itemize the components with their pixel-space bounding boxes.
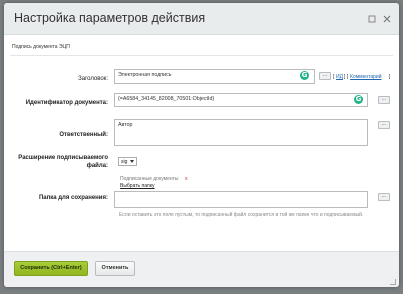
bracket-open: [: [333, 74, 335, 80]
chevron-down-icon: [130, 160, 134, 163]
remove-icon[interactable]: x: [185, 176, 188, 182]
extension-value: sig: [121, 159, 128, 165]
responsible-value: Автор: [118, 122, 133, 128]
extension-label-line2: файла:: [86, 163, 108, 169]
save-folder-dots-button[interactable]: ...: [378, 193, 390, 201]
responsible-dots-button[interactable]: ...: [378, 121, 390, 129]
dialog-title: Настройка параметров действия: [14, 11, 206, 25]
responsible-input[interactable]: Автор: [114, 119, 368, 146]
save-folder-label: Папка для сохранения:: [38, 195, 108, 201]
dialog-content: Подпись документа ЭЦП Заголовок: Электро…: [4, 35, 399, 251]
close-icon[interactable]: [382, 14, 392, 24]
comment-link[interactable]: Комментарий: [350, 74, 382, 80]
section-title: Подпись документа ЭЦП: [12, 44, 70, 50]
save-folder-input[interactable]: [114, 191, 368, 208]
dialog-footer: Сохранить (Ctrl+Enter) Отменить: [4, 251, 399, 287]
bracket-close: ]: [389, 74, 391, 80]
heading-input[interactable]: Электронная подпись: [114, 69, 315, 84]
section-divider: [10, 55, 393, 56]
save-folder-hint: Если оставить это поле пустым, то подпис…: [119, 212, 364, 218]
doc-id-value: {=A6584_34145_82008_70501:ObjectId}: [118, 96, 215, 102]
heading-label: Заголовок:: [78, 76, 108, 82]
doc-id-label: Идентификатор документа:: [25, 100, 108, 106]
doc-id-input[interactable]: {=A6584_34145_82008_70501:ObjectId}: [114, 93, 368, 107]
grammarly-icon[interactable]: G: [354, 95, 363, 104]
extension-select[interactable]: sig: [118, 157, 137, 166]
responsible-label: Ответственный:: [59, 132, 108, 138]
extension-label-line1: Расширение подписываемого: [18, 155, 108, 161]
bracket-mid: ] [: [344, 74, 349, 80]
grammarly-icon[interactable]: G: [300, 71, 309, 80]
id-link[interactable]: ИД: [336, 74, 343, 80]
dialog-titlebar[interactable]: Настройка параметров действия: [4, 3, 399, 35]
heading-value: Электронная подпись: [118, 72, 172, 78]
expand-icon[interactable]: [367, 14, 377, 24]
choose-folder-link[interactable]: Выбрать папку: [120, 183, 154, 189]
documents-label: Подписанные документы: [120, 176, 179, 182]
doc-id-dots-button[interactable]: ...: [378, 96, 390, 104]
save-button[interactable]: Сохранить (Ctrl+Enter): [14, 261, 88, 276]
resize-handle-icon[interactable]: [390, 279, 396, 285]
heading-dots-button[interactable]: ...: [319, 72, 331, 80]
action-settings-dialog: Настройка параметров действия Подпись до…: [4, 3, 399, 287]
cancel-button[interactable]: Отменить: [95, 261, 135, 276]
